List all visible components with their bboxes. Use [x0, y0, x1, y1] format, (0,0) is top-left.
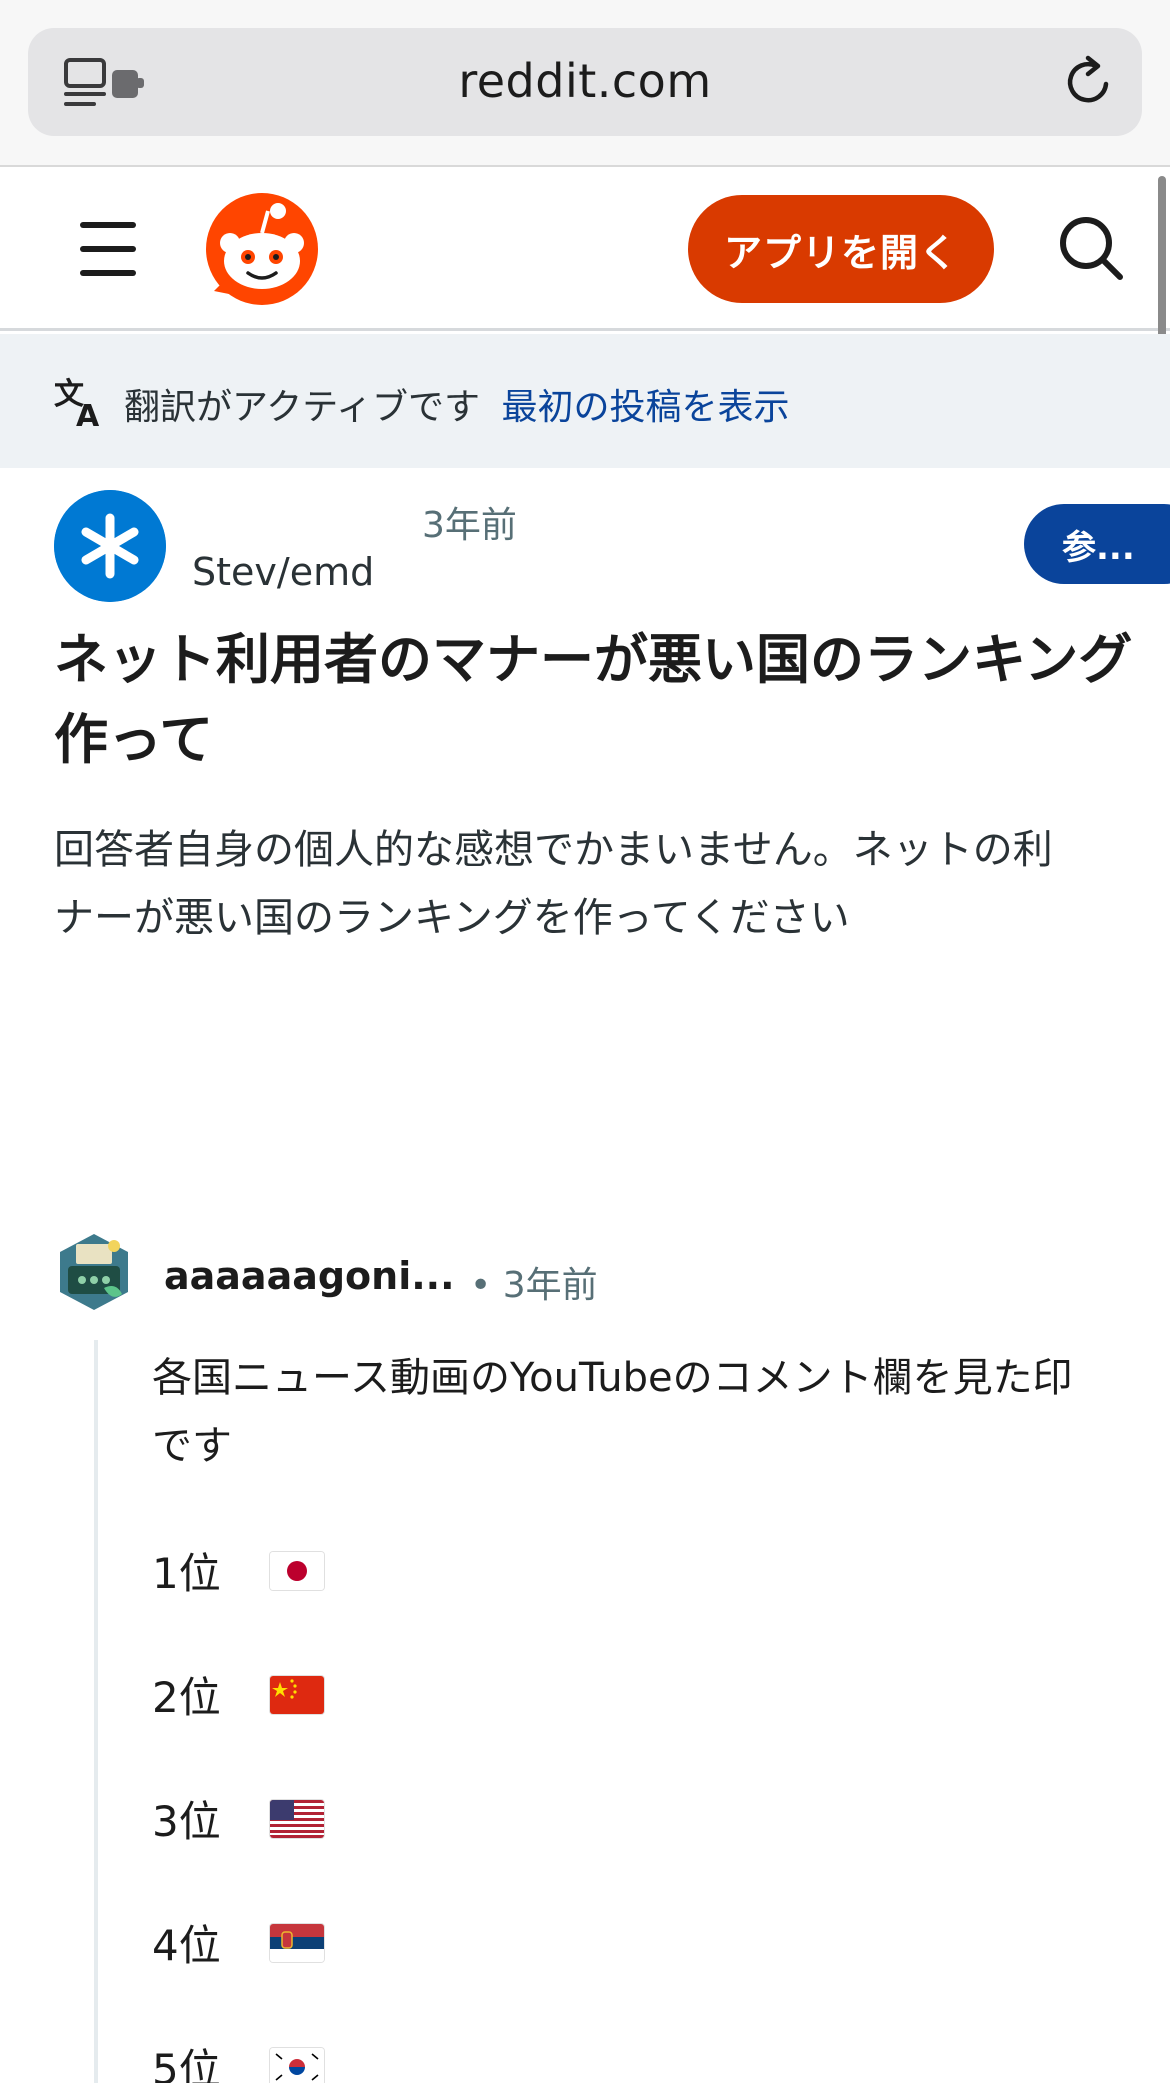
- ranking-item: 4位: [152, 1912, 324, 1973]
- site-header: アプリを開く: [0, 169, 1170, 331]
- ranking-item: 3位: [152, 1788, 324, 1849]
- subreddit-avatar[interactable]: [54, 490, 166, 602]
- reload-icon[interactable]: [1060, 54, 1116, 110]
- address-bar[interactable]: reddit.com: [28, 28, 1142, 136]
- post-title-line: ネット利用者のマナーが悪い国のランキング: [54, 628, 1133, 691]
- rank-label: 5位: [152, 2045, 221, 2083]
- comment-author[interactable]: aaaaaagoni...: [164, 1254, 455, 1298]
- comment-body-line: 各国ニュース動画のYouTubeのコメント欄を見た印: [152, 1355, 1073, 1401]
- comment-meta: • 3年前: [470, 1256, 598, 1308]
- post-title-line: 作って: [54, 708, 214, 771]
- commenter-avatar[interactable]: [54, 1232, 134, 1312]
- japan-flag: [270, 1551, 324, 1590]
- ranking-item: 5位: [152, 2036, 324, 2083]
- translation-status-text: 翻訳がアクティブです: [124, 387, 481, 428]
- join-button[interactable]: 参...: [1024, 504, 1170, 584]
- post-body-line: 回答者自身の個人的な感想でかまいません。ネットの利: [54, 827, 1053, 873]
- ranking-item: 1位: [152, 1540, 324, 1601]
- rank-label: 4位: [152, 1921, 221, 1970]
- show-original-link[interactable]: 最初の投稿を表示: [502, 387, 790, 428]
- comment-body-line: です: [152, 1423, 232, 1469]
- china-flag: [270, 1675, 324, 1714]
- ranking-item: 2位: [152, 1664, 324, 1725]
- browser-toolbar: reddit.com: [0, 0, 1170, 167]
- comment-thread-line[interactable]: [94, 1340, 98, 2083]
- translation-status: 翻訳がアクティブです 最初の投稿を表示: [124, 378, 790, 430]
- svg-text:A: A: [76, 399, 100, 428]
- post-title[interactable]: ネット利用者のマナーが悪い国のランキング 作って: [54, 620, 1170, 780]
- usa-flag: [270, 1799, 324, 1838]
- comment-body: 各国ニュース動画のYouTubeのコメント欄を見た印 です: [152, 1344, 1170, 1480]
- rank-label: 1位: [152, 1549, 221, 1598]
- comment-timestamp: 3年前: [502, 1265, 598, 1306]
- search-icon[interactable]: [1056, 213, 1126, 283]
- post-author[interactable]: Stev/emd: [192, 550, 374, 594]
- post-body-line: ナーが悪い国のランキングを作ってください: [54, 895, 850, 941]
- translation-banner: 文 A 翻訳がアクティブです 最初の投稿を表示: [0, 334, 1170, 468]
- meta-separator: •: [470, 1265, 492, 1306]
- reddit-logo[interactable]: [204, 191, 320, 307]
- rank-label: 3位: [152, 1797, 221, 1846]
- south-korea-flag: [270, 2047, 324, 2083]
- post-body: 回答者自身の個人的な感想でかまいません。ネットの利 ナーが悪い国のランキングを作…: [54, 816, 1170, 952]
- post-timestamp: 3年前: [422, 505, 517, 546]
- hamburger-menu-icon[interactable]: [80, 222, 140, 276]
- translate-icon: 文 A: [54, 377, 100, 428]
- url-text[interactable]: reddit.com: [28, 54, 1142, 108]
- rank-label: 2位: [152, 1673, 221, 1722]
- open-app-button[interactable]: アプリを開く: [688, 195, 994, 303]
- serbia-flag: [270, 1923, 324, 1962]
